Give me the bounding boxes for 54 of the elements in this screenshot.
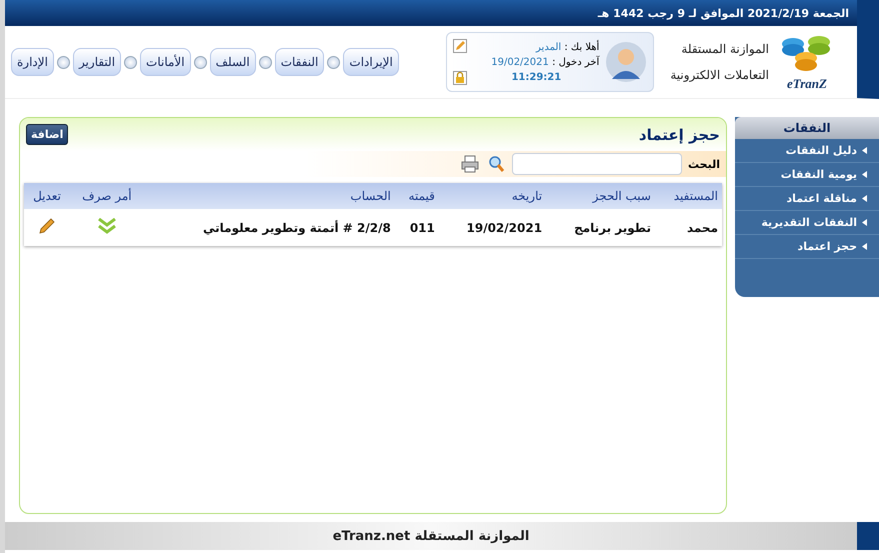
search-label: البحث [688,158,720,170]
table-cell: 2/2/8 # أتمتة وتطوير معلوماتي [144,209,395,246]
column-header: الحساب [144,183,395,209]
table-cell: تطوير برنامج [546,209,655,246]
last-login-date: 19/02/2021 [491,56,549,68]
nav-tab[interactable]: السلف [210,48,256,76]
nav-tab[interactable]: الأمانات [140,48,191,76]
column-header: تعديل [24,183,70,209]
sidebar-item[interactable]: يومية النفقات [735,163,879,187]
nav-separator-icon [56,56,70,68]
column-header: سبب الحجز [546,183,655,209]
sidebar-item[interactable]: النفقات التقديرية [735,211,879,235]
footer-text: الموازنة المستقلة eTranz.net [332,528,530,544]
sidebar-item[interactable]: دليل النفقات [735,139,879,163]
sidebar-item[interactable]: مناقلة اعتماد [735,187,879,211]
nav-separator-icon [124,56,138,68]
table-cell: محمد [655,209,722,246]
nav-tab[interactable]: النفقات [274,48,324,76]
lock-icon[interactable] [453,71,468,85]
nav-separator-icon [194,56,207,68]
column-header: المستفيد [655,183,722,209]
column-header: تاريخه [438,183,546,209]
triangle-icon [862,171,867,178]
nav-separator-icon [258,56,272,68]
add-button[interactable]: اضافة [26,124,68,145]
nav-tab[interactable]: الإدارة [11,48,54,76]
sidebar-title: النفقات [735,117,879,139]
panel-title: حجز إعتماد [638,126,720,144]
column-header: أمر صرف [70,183,144,209]
column-header: قيمته [394,183,439,209]
triangle-icon [862,243,867,250]
nav-separator-icon [327,56,340,68]
nav-tab[interactable]: التقارير [72,48,122,76]
double-chevron-icon[interactable] [96,218,117,234]
search-field[interactable] [512,153,682,175]
pencil-icon[interactable] [38,217,56,235]
user-avatar-icon [605,41,648,83]
table-cell: 19/02/2021 [438,209,546,246]
edit-profile-icon[interactable] [453,39,468,53]
last-login-label: آخر دخول : [552,56,600,68]
printer-icon[interactable] [460,154,480,174]
user-name: المدير [536,42,562,52]
app-title: الموازنة المستقلة [680,42,769,56]
triangle-icon [862,195,867,202]
greeting-label: أهلا بك : [564,42,600,52]
sidebar-item[interactable]: حجز اعتماد [735,235,879,259]
table-cell: 011 [394,209,439,246]
date-text: الجمعة 2021/2/19 الموافق لـ 9 رجب 1442 هـ [598,6,849,20]
nav-tab[interactable]: الإيرادات [343,48,399,76]
triangle-icon [862,219,867,226]
app-subtitle: التعاملات الالكترونية [670,68,769,82]
brand-name: eTranZ [787,76,827,92]
triangle-icon [862,147,867,154]
last-login-time: 11:29:21 [510,72,562,82]
